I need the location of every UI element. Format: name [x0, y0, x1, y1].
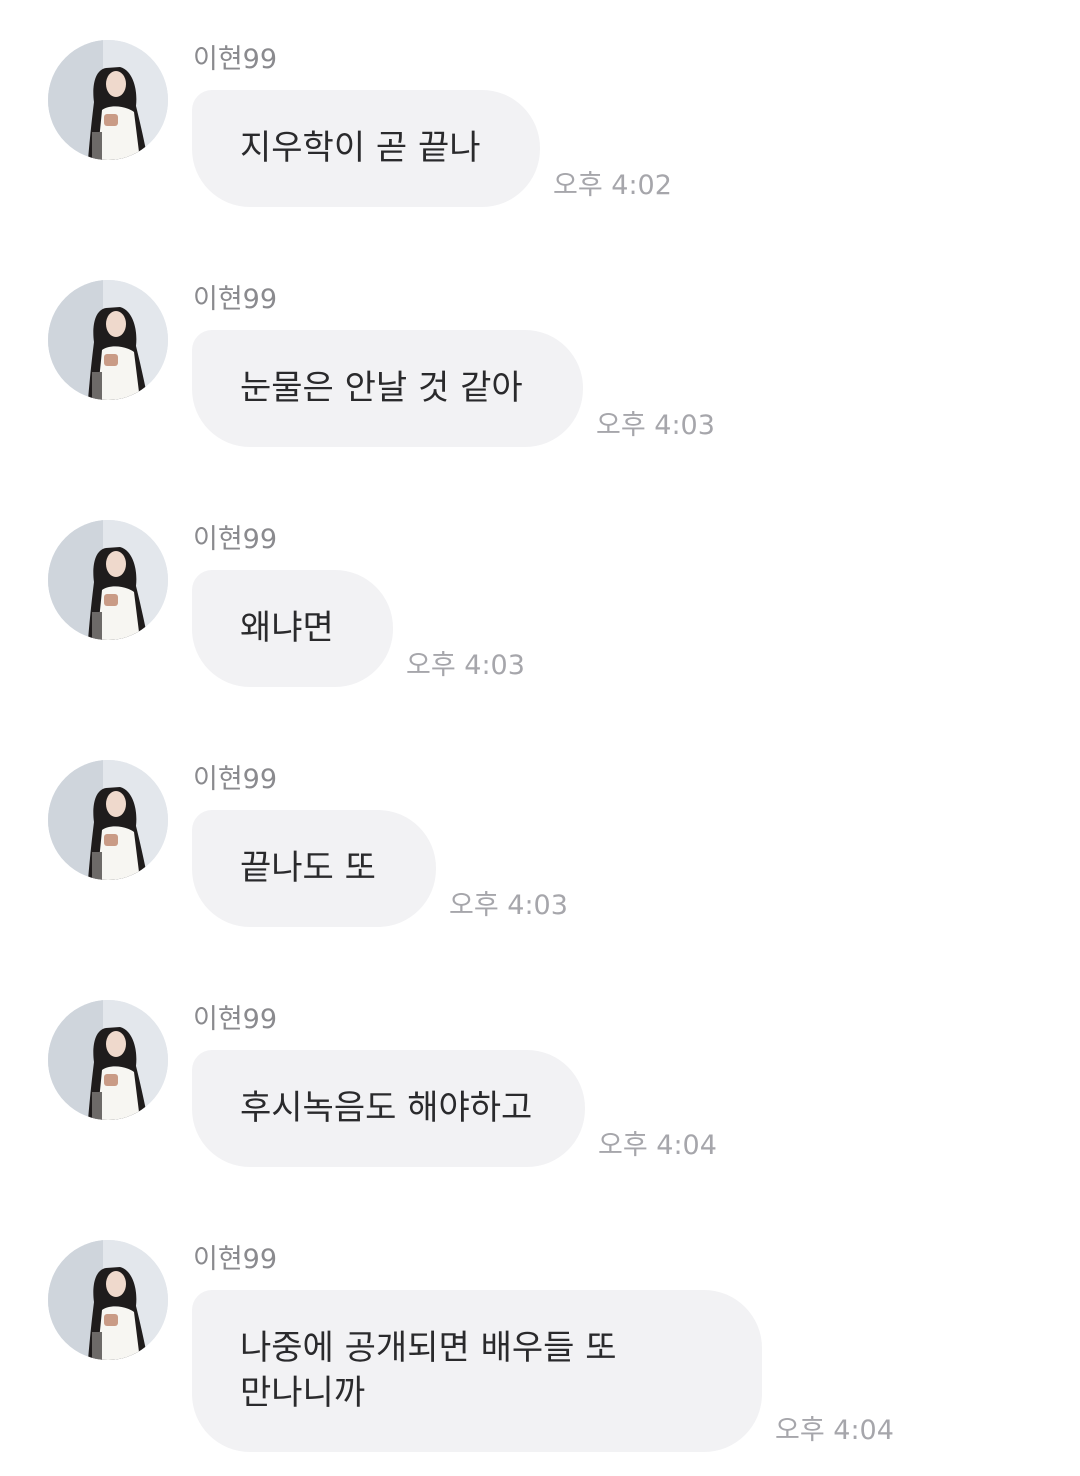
sender-name: 이현99: [193, 1244, 278, 1275]
sender-name: 이현99: [193, 764, 278, 795]
message-time: 오후 4:03: [596, 410, 715, 441]
profile-photo-icon: [48, 1240, 168, 1360]
message-bubble[interactable]: 왜냐면: [192, 570, 393, 687]
profile-photo-icon: [48, 280, 168, 400]
profile-photo-icon: [48, 1000, 168, 1120]
sender-avatar[interactable]: [48, 760, 168, 880]
sender-name: 이현99: [193, 284, 278, 315]
message-bubble[interactable]: 나중에 공개되면 배우들 또 만나니까: [192, 1290, 762, 1452]
sender-name: 이현99: [193, 1004, 278, 1035]
sender-name: 이현99: [193, 44, 278, 75]
sender-avatar[interactable]: [48, 520, 168, 640]
sender-avatar[interactable]: [48, 40, 168, 160]
message-time: 오후 4:04: [775, 1415, 894, 1446]
message-bubble[interactable]: 눈물은 안날 것 같아: [192, 330, 583, 447]
message-bubble[interactable]: 끝나도 또: [192, 810, 436, 927]
sender-avatar[interactable]: [48, 280, 168, 400]
profile-photo-icon: [48, 760, 168, 880]
message-bubble[interactable]: 후시녹음도 해야하고: [192, 1050, 585, 1167]
message-bubble[interactable]: 지우학이 곧 끝나: [192, 90, 540, 207]
sender-avatar[interactable]: [48, 1240, 168, 1360]
message-time: 오후 4:03: [449, 890, 568, 921]
message-time: 오후 4:04: [598, 1130, 717, 1161]
profile-photo-icon: [48, 520, 168, 640]
profile-photo-icon: [48, 40, 168, 160]
sender-avatar[interactable]: [48, 1000, 168, 1120]
message-time: 오후 4:03: [406, 650, 525, 681]
sender-name: 이현99: [193, 524, 278, 555]
message-time: 오후 4:02: [553, 170, 672, 201]
